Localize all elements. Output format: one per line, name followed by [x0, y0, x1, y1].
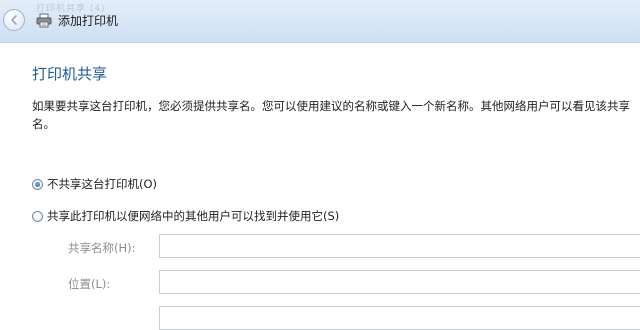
page-title: 打印机共享	[32, 65, 108, 83]
page-description: 如果要共享这台打印机，您必须提供共享名。您可以使用建议的名称或键入一个新名称。其…	[32, 99, 630, 131]
radio-button-selected[interactable]	[32, 178, 43, 190]
printer-icon	[36, 13, 52, 28]
back-button[interactable]	[3, 9, 25, 31]
radio-share-printer[interactable]: 共享此打印机以便网络中的其他用户可以找到并使用它(S)	[32, 208, 339, 224]
window-title: 添加打印机	[58, 14, 119, 28]
share-name-input[interactable]	[159, 234, 640, 258]
share-name-label: 共享名称(H):	[68, 241, 136, 255]
radio-do-not-share-label: 不共享这台打印机(O)	[47, 177, 158, 191]
radio-button-unselected[interactable]	[32, 210, 43, 222]
comment-input[interactable]	[159, 306, 640, 330]
back-arrow-icon	[11, 15, 17, 25]
radio-do-not-share[interactable]: 不共享这台打印机(O)	[32, 176, 157, 192]
location-label: 位置(L):	[68, 277, 111, 291]
radio-share-printer-label: 共享此打印机以便网络中的其他用户可以找到并使用它(S)	[47, 209, 340, 223]
location-input[interactable]	[159, 270, 640, 294]
title-bar: 打印机共享 (4) 添加打印机	[0, 0, 640, 43]
